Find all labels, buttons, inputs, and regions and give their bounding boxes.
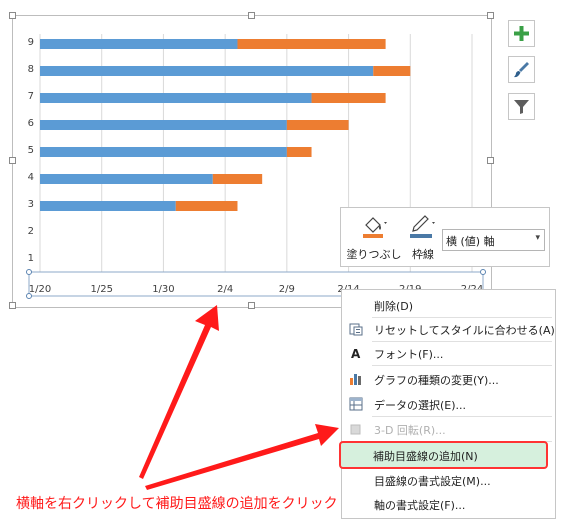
annotation-arrows	[139, 305, 339, 490]
annotation-caption: 横軸を右クリックして補助目盛線の追加をクリック	[16, 496, 338, 512]
